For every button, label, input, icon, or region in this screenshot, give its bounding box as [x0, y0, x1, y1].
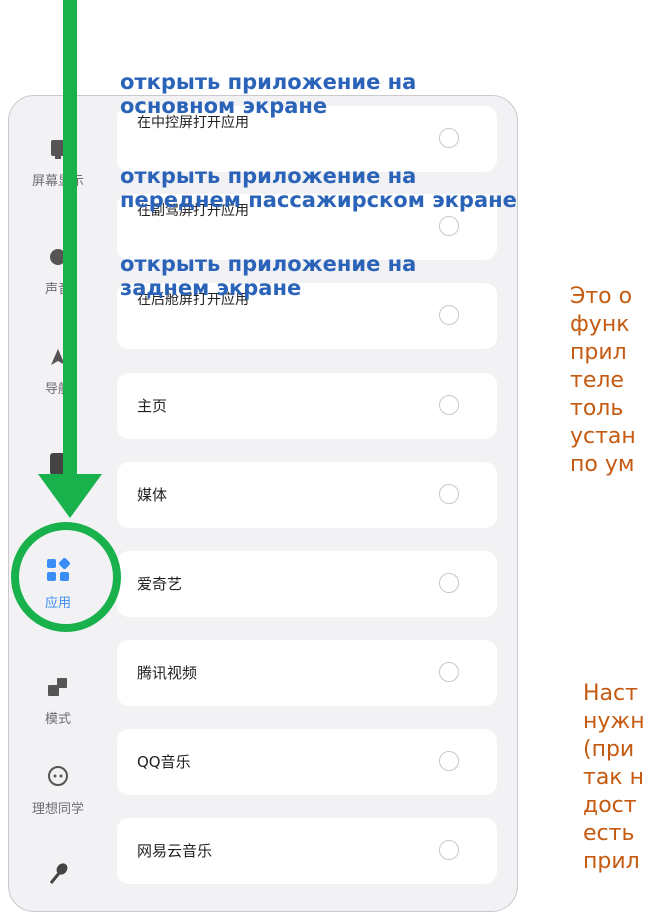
- screen-icon: [9, 138, 107, 164]
- annotation-line: открыть приложение на: [120, 70, 417, 94]
- radio-button[interactable]: [439, 573, 459, 593]
- annotation-line: заднем экране: [120, 276, 302, 300]
- note-line: нужн: [583, 709, 645, 734]
- radio-button[interactable]: [439, 840, 459, 860]
- note-line: по ум: [570, 452, 635, 477]
- sidebar-item-sound[interactable]: 声音: [9, 246, 107, 297]
- note-line: дост: [583, 793, 637, 818]
- note-line: есть: [583, 821, 635, 846]
- annotation-line: открыть приложение на: [120, 252, 417, 276]
- microphone-icon: [9, 861, 107, 891]
- radio-button[interactable]: [439, 128, 459, 148]
- annotation-line: открыть приложение на: [120, 164, 417, 188]
- note-line: устан: [570, 424, 636, 449]
- sidebar-item-screen[interactable]: 屏幕显示: [9, 138, 107, 189]
- sidebar-item-navigation[interactable]: 导航: [9, 346, 107, 397]
- annotation-main-screen: открыть приложение на основном экране: [120, 70, 416, 118]
- radio-button[interactable]: [439, 662, 459, 682]
- app-row-qq-music[interactable]: QQ音乐: [117, 729, 497, 795]
- annotation-rear-screen: открыть приложение на заднем экране: [120, 252, 416, 300]
- app-label: 主页: [137, 397, 168, 415]
- note-block-2: Наст нужн (при так н дост есть прил: [583, 680, 645, 876]
- app-row-netease-music[interactable]: 网易云音乐: [117, 818, 497, 884]
- arrow-head: [38, 474, 102, 518]
- navigation-icon: [9, 346, 107, 372]
- sidebar-item-assistant[interactable]: 理想同学: [9, 764, 107, 817]
- note-line: Наст: [583, 681, 638, 706]
- radio-button[interactable]: [439, 305, 459, 325]
- note-line: прил: [570, 340, 627, 365]
- radio-button[interactable]: [439, 216, 459, 236]
- note-line: функ: [570, 312, 630, 337]
- sidebar-item-label: 模式: [44, 712, 71, 727]
- radio-button[interactable]: [439, 751, 459, 771]
- note-line: Это о: [570, 284, 633, 309]
- app-row-iqiyi[interactable]: 爱奇艺: [117, 551, 497, 617]
- radio-button[interactable]: [439, 484, 459, 504]
- sidebar-item-mode[interactable]: 模式: [9, 676, 107, 727]
- sidebar-item-microphone[interactable]: [9, 861, 107, 897]
- assistant-icon: [9, 764, 107, 792]
- arrow-shaft: [63, 0, 77, 478]
- app-row-home[interactable]: 主页: [117, 373, 497, 439]
- note-line: прил: [583, 849, 640, 874]
- mode-icon: [9, 676, 107, 702]
- annotation-line: переднем пассажирском экране: [120, 188, 517, 212]
- app-label: 媒体: [137, 486, 168, 504]
- app-label: 爱奇艺: [137, 575, 183, 593]
- annotation-passenger-screen: открыть приложение на переднем пассажирс…: [120, 164, 517, 212]
- app-label: QQ音乐: [137, 753, 191, 771]
- annotation-line: основном экране: [120, 94, 328, 118]
- app-row-media[interactable]: 媒体: [117, 462, 497, 528]
- app-label: 腾讯视频: [137, 664, 198, 682]
- note-line: толь: [570, 396, 624, 421]
- note-line: (при: [583, 737, 635, 762]
- highlight-ring: [11, 522, 121, 632]
- sidebar-item-label: 理想同学: [31, 802, 84, 817]
- note-block-1: Это о функ прил теле толь устан по ум: [570, 283, 636, 479]
- radio-button[interactable]: [439, 395, 459, 415]
- note-line: так н: [583, 765, 644, 790]
- note-line: теле: [570, 368, 624, 393]
- app-row-tencent-video[interactable]: 腾讯视频: [117, 640, 497, 706]
- app-label: 网易云音乐: [137, 842, 213, 860]
- sound-icon: [9, 246, 107, 272]
